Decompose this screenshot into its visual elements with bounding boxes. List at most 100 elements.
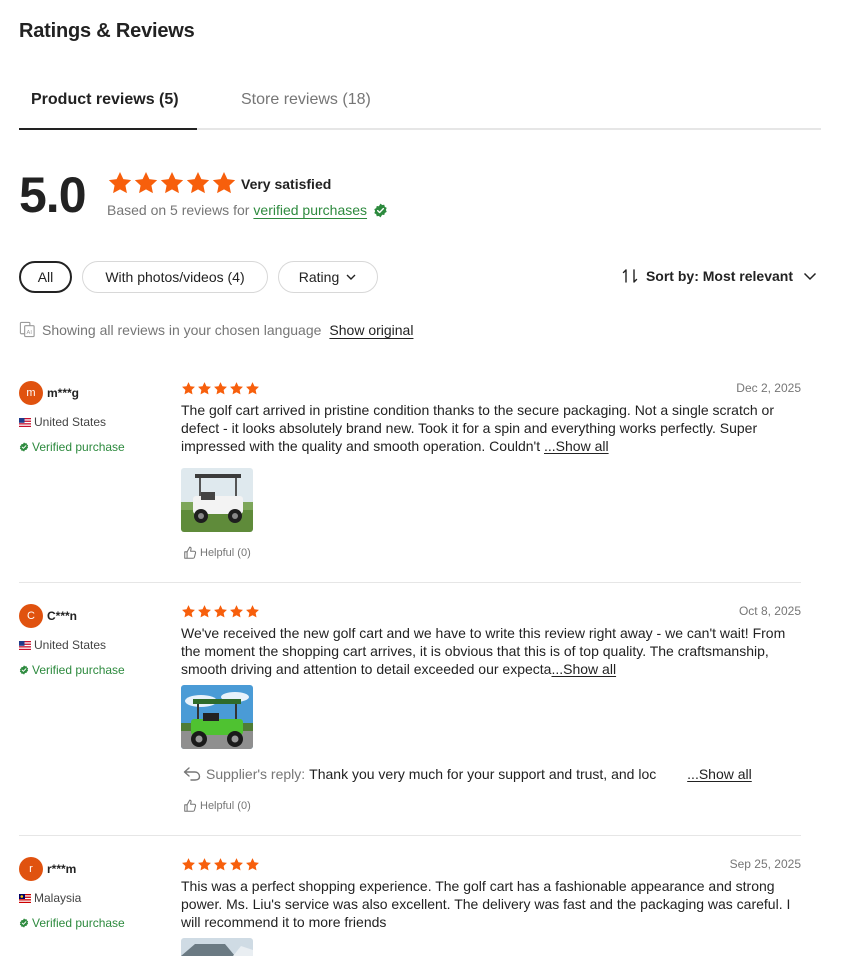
us-flag-icon <box>19 417 31 427</box>
review-item: r r***m Malaysia Verified purchase Sep 2… <box>19 854 801 956</box>
verified-badge-icon <box>19 918 29 928</box>
review-photo[interactable] <box>181 938 253 956</box>
star-icon <box>107 170 133 196</box>
golf-cart-photo <box>181 685 253 749</box>
verified-purchase: Verified purchase <box>19 440 125 454</box>
sort-icon <box>622 269 638 283</box>
verified-label: Verified purchase <box>32 916 125 930</box>
review-item: C C***n United States Verified purchase … <box>19 601 801 836</box>
helpful-button[interactable]: Helpful (0) <box>183 546 251 560</box>
chevron-down-icon <box>803 272 817 281</box>
summary-stars <box>107 170 237 196</box>
supplier-reply: Supplier's reply: Thank you very much fo… <box>183 766 803 782</box>
golf-cart-photo <box>181 468 253 532</box>
show-all-link[interactable]: ...Show all <box>551 661 616 677</box>
helpful-label: Helpful (0) <box>200 547 251 559</box>
filter-all-button[interactable]: All <box>19 261 72 293</box>
country-name: United States <box>34 415 107 429</box>
reviewer-name: m***g <box>47 386 80 400</box>
star-icon <box>181 857 196 872</box>
review-date: Sep 25, 2025 <box>729 857 801 871</box>
star-icon <box>213 381 228 396</box>
verified-badge-icon <box>373 203 388 218</box>
review-date: Oct 8, 2025 <box>738 604 801 618</box>
reply-text: Thank you very much for your support and… <box>309 766 657 782</box>
helpful-label: Helpful (0) <box>200 800 251 812</box>
show-original-link[interactable]: Show original <box>329 322 413 338</box>
star-icon <box>245 604 260 619</box>
reviewer-country: United States <box>19 638 106 652</box>
review-tabs: Product reviews (5) Store reviews (18) <box>19 86 821 130</box>
reviewer-country: United States <box>19 415 106 429</box>
tab-product-reviews[interactable]: Product reviews (5) <box>31 91 179 109</box>
average-score: 5.0 <box>19 167 87 223</box>
verified-purchase: Verified purchase <box>19 663 125 677</box>
star-icon <box>181 381 196 396</box>
star-icon <box>229 381 244 396</box>
star-icon <box>159 170 185 196</box>
review-body: We've received the new golf cart and we … <box>181 625 786 677</box>
review-stars <box>181 604 260 619</box>
review-item: m m***g United States Verified purchase … <box>19 378 801 583</box>
review-photo[interactable] <box>181 468 253 532</box>
star-icon <box>245 857 260 872</box>
star-icon <box>181 604 196 619</box>
tab-store-reviews[interactable]: Store reviews (18) <box>241 91 371 109</box>
page-title: Ratings & Reviews <box>19 20 195 42</box>
verified-badge-icon <box>19 665 29 675</box>
star-icon <box>185 170 211 196</box>
filter-photos-button[interactable]: With photos/videos (4) <box>82 261 268 293</box>
star-icon <box>213 857 228 872</box>
star-icon <box>213 604 228 619</box>
star-icon <box>197 381 212 396</box>
based-on-label: Based on 5 reviews for <box>107 202 250 218</box>
filter-rating-label: Rating <box>298 269 340 285</box>
country-name: United States <box>34 638 107 652</box>
svg-text:AI: AI <box>27 330 33 336</box>
sort-dropdown[interactable]: Sort by: Most relevant <box>622 268 817 284</box>
helpful-button[interactable]: Helpful (0) <box>183 799 251 813</box>
satisfaction-label: Very satisfied <box>241 176 332 192</box>
review-filters: All With photos/videos (4) Rating Sort b… <box>19 261 821 293</box>
filter-rating-dropdown[interactable]: Rating <box>278 261 378 293</box>
review-date: Dec 2, 2025 <box>736 381 801 395</box>
avatar: C <box>19 604 43 628</box>
thumbs-up-icon <box>183 546 197 560</box>
us-flag-icon <box>19 640 31 650</box>
star-icon <box>229 857 244 872</box>
star-icon <box>197 604 212 619</box>
language-note: AI Showing all reviews in your chosen la… <box>19 321 413 338</box>
review-stars <box>181 857 260 872</box>
reviewer-name: r***m <box>47 862 77 876</box>
review-body: The golf cart arrived in pristine condit… <box>181 402 774 454</box>
avatar: r <box>19 857 43 881</box>
reply-show-all-link[interactable]: ...Show all <box>687 766 752 782</box>
sort-label: Sort by: Most relevant <box>645 268 793 284</box>
reviewer-country: Malaysia <box>19 891 81 905</box>
star-icon <box>197 857 212 872</box>
rating-summary: 5.0 Very satisfied Based on 5 reviews fo… <box>19 166 519 226</box>
verified-purchase: Verified purchase <box>19 916 125 930</box>
review-text: The golf cart arrived in pristine condit… <box>181 401 801 455</box>
reply-label: Supplier's reply: <box>206 766 306 782</box>
translate-icon: AI <box>19 321 35 338</box>
review-photo[interactable] <box>181 685 253 749</box>
verified-badge-icon <box>19 442 29 452</box>
star-icon <box>245 381 260 396</box>
country-name: Malaysia <box>34 891 82 905</box>
reply-icon <box>183 767 201 781</box>
star-icon <box>133 170 159 196</box>
verified-purchases-link[interactable]: verified purchases <box>253 202 367 218</box>
review-stars <box>181 381 260 396</box>
review-text: We've received the new golf cart and we … <box>181 624 801 678</box>
star-icon <box>229 604 244 619</box>
thumbs-up-icon <box>183 799 197 813</box>
based-on-text: Based on 5 reviews for verified purchase… <box>107 202 388 218</box>
reviewer-name: C***n <box>47 609 78 623</box>
house-photo <box>181 938 253 956</box>
show-all-link[interactable]: ...Show all <box>544 438 609 454</box>
active-tab-indicator <box>19 128 197 130</box>
language-note-text: Showing all reviews in your chosen langu… <box>42 321 322 338</box>
avatar: m <box>19 381 43 405</box>
malaysia-flag-icon <box>19 893 31 903</box>
